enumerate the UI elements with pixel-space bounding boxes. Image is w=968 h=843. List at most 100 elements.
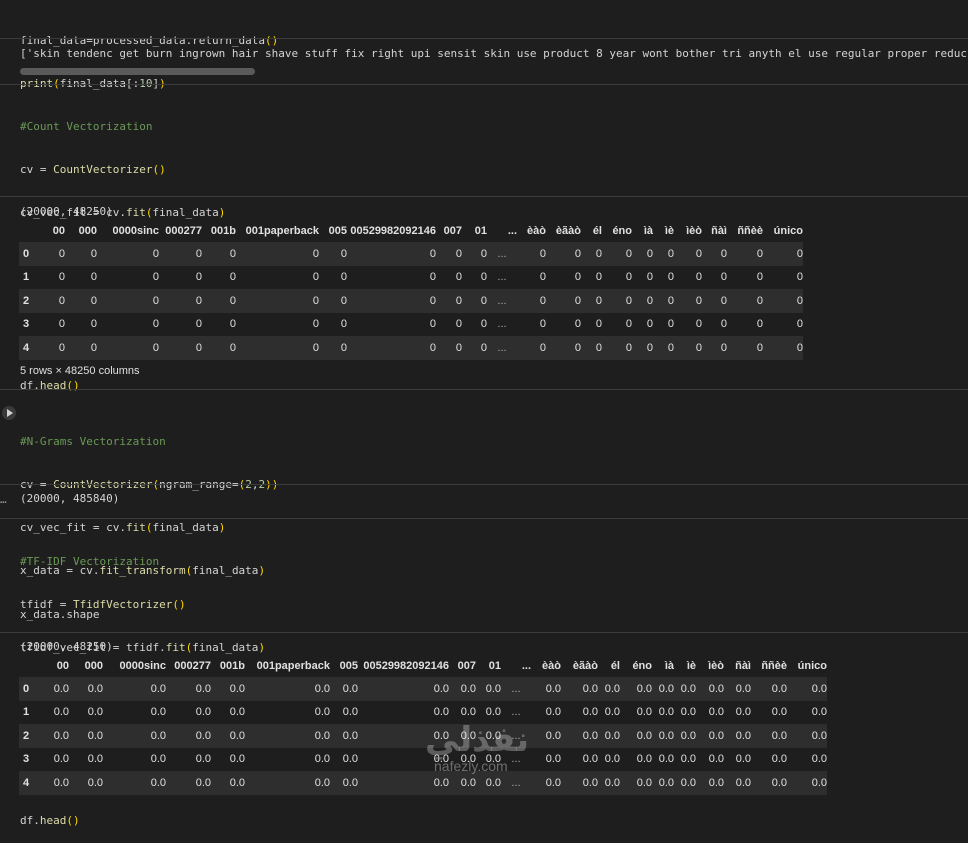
table-cell: 0 <box>195 318 202 331</box>
table-cell: 0 <box>602 242 632 266</box>
column-header: 00529982092146 <box>363 659 449 672</box>
column-header: ìèò <box>708 659 724 672</box>
table-cell: 0 <box>546 289 581 313</box>
table-cell: ... <box>497 271 507 284</box>
table-cell: 0 <box>695 271 702 284</box>
table-cell: 0.0 <box>449 771 476 795</box>
table-cell: ... <box>487 336 517 360</box>
table-cell: 0.0 <box>69 771 103 795</box>
table-cell: 0.0 <box>708 753 724 766</box>
table-cell: 0 <box>653 242 674 266</box>
table-cell: 0 <box>39 242 65 266</box>
cell-divider <box>0 518 968 519</box>
table-cell: 0.0 <box>166 724 211 748</box>
column-header: 0000sinc <box>112 224 159 237</box>
table-cell: 0 <box>340 318 347 331</box>
row-index: 2 <box>19 289 39 313</box>
table-cell: 0.0 <box>598 677 620 701</box>
table-cell: 0.0 <box>342 706 358 719</box>
code-line: df.head() <box>20 379 80 393</box>
table-cell: 0.0 <box>545 706 561 719</box>
column-header: ññèè <box>737 224 763 237</box>
table-cell: 0 <box>39 336 65 360</box>
table-cell: 0.0 <box>358 771 449 795</box>
table-cell: 0.0 <box>604 706 620 719</box>
table-cell: 0.0 <box>342 753 358 766</box>
table-cell: ... <box>497 318 507 331</box>
cell-divider <box>0 484 968 485</box>
table-cell: 0 <box>763 289 803 313</box>
table-cell: 0.0 <box>561 724 598 748</box>
column-header: 01 <box>474 224 487 237</box>
table-cell: 0.0 <box>53 706 69 719</box>
table-cell: 0.0 <box>358 677 449 701</box>
table-cell: 0 <box>695 318 702 331</box>
table-cell: 0.0 <box>245 677 330 701</box>
table-cell: 0.0 <box>674 724 696 748</box>
table-row: 4 0.0 0.0 0.0 0.0 0.0 0.0 0.0 0.0 0.0 0.0... 0.0 0.0… <box>19 771 827 795</box>
column-header: éno <box>612 224 632 237</box>
table-cell: 0 <box>517 242 546 266</box>
table-cell: 0 <box>159 242 202 266</box>
index-header <box>19 219 39 242</box>
table-cell: 0.0 <box>751 724 787 748</box>
table-cell: 0.0 <box>582 706 598 719</box>
table-cell: 0.0 <box>636 753 652 766</box>
column-header: 00 <box>52 224 65 237</box>
table-cell: 0.0 <box>658 706 674 719</box>
table-cell: 0.0 <box>41 771 69 795</box>
column-header: ìèò <box>686 224 702 237</box>
table-cell: 0.0 <box>53 753 69 766</box>
table-cell: 0 <box>202 289 236 313</box>
table-cell: 0 <box>90 271 97 284</box>
table-cell: 0.0 <box>41 677 69 701</box>
table-cell: 0 <box>581 289 602 313</box>
cell-divider <box>0 389 968 390</box>
table-cell: 0 <box>429 318 436 331</box>
table-cell: 0 <box>632 289 653 313</box>
table-cell: 0 <box>646 271 653 284</box>
column-header: 000277 <box>174 659 211 672</box>
play-icon[interactable] <box>2 406 16 420</box>
row-index: 1 <box>23 271 30 284</box>
code-comment: #TF-IDF Vectorization <box>20 554 160 568</box>
table-cell: 0 <box>574 271 581 284</box>
column-header: ñàì <box>711 224 727 237</box>
table-cell: 0.0 <box>531 771 561 795</box>
table-row: 2 0.0 0.0 0.0 0.0 0.0 0.0 0.0 0.0 0.0 0.0... 0.0 0.0… <box>19 724 827 748</box>
dataframe-footer: 5 rows × 48250 columns <box>20 365 140 377</box>
dataframe-table: 00 000 0000sinc 000277 001b 001paperback 005 00… <box>19 654 827 795</box>
table-cell: 0 <box>65 336 97 360</box>
table-cell: 0 <box>58 271 65 284</box>
table-cell: 0 <box>319 336 347 360</box>
output-collapse-icon[interactable]: … <box>0 493 7 506</box>
cell1-output: ['skin tendenc get burn ingrown hair sha… <box>20 47 968 60</box>
column-header: éno <box>632 659 652 672</box>
table-cell: 0 <box>65 242 97 266</box>
column-header: 0000sinc <box>119 659 166 672</box>
table-cell: 0.0 <box>680 753 696 766</box>
table-cell: 0 <box>653 289 674 313</box>
column-header: 00 <box>56 659 69 672</box>
column-header: ... <box>507 224 517 237</box>
table-row: 0 0 0 0 0 0 0 0 0 0 0... 0 0 0 0 0 0 0 0 0 0 <box>19 242 803 266</box>
table-cell: 0.0 <box>314 706 330 719</box>
table-row: 1 0.0 0.0 0.0 0.0 0.0 0.0 0.0 0.0 0.0 0.0... 0.0 0.0… <box>19 701 827 725</box>
horizontal-scrollbar[interactable] <box>20 68 255 75</box>
column-header: 01 <box>488 659 501 672</box>
code-line: cv = CountVectorizer() <box>20 163 166 177</box>
table-cell: 0 <box>796 271 803 284</box>
table-cell: 0 <box>581 242 602 266</box>
table-cell: 0.0 <box>103 771 166 795</box>
table-cell: 0.0 <box>476 771 501 795</box>
table-cell: 0.0 <box>87 753 103 766</box>
table-cell: 0.0 <box>724 677 751 701</box>
table-cell: 0 <box>58 318 65 331</box>
table-cell: 0.0 <box>674 677 696 701</box>
table-cell: 0.0 <box>604 753 620 766</box>
table-cell: 0 <box>39 289 65 313</box>
cell-divider <box>0 632 968 633</box>
table-cell: 0 <box>756 271 763 284</box>
table-cell: 0.0 <box>724 724 751 748</box>
table-row: 4 0 0 0 0 0 0 0 0 0 0... 0 0 0 0 0 0 0 0 0 0 <box>19 336 803 360</box>
